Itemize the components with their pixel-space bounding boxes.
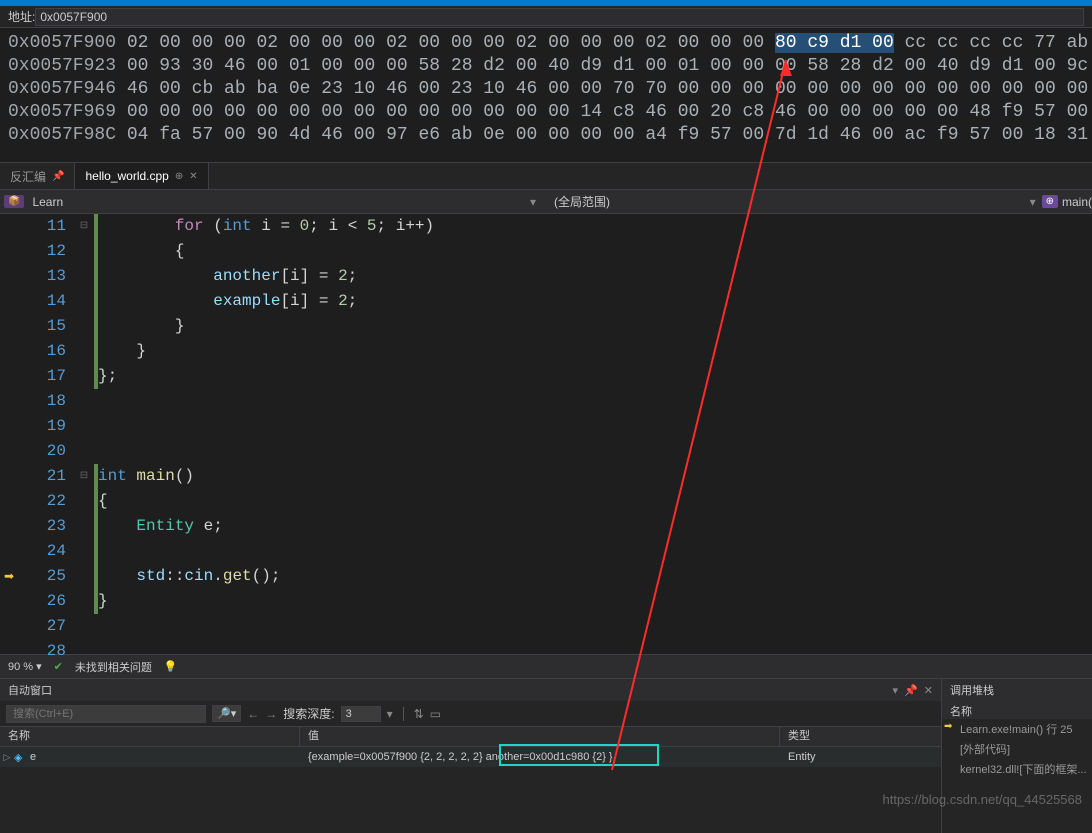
tab-disassembly[interactable]: 反汇编 📌 xyxy=(0,163,75,189)
close-icon[interactable]: ✕ xyxy=(189,171,197,182)
chevron-down-icon[interactable]: ▾ xyxy=(1024,195,1042,209)
line-numbers: 111213141516171819202122232425262728 xyxy=(24,214,74,654)
memory-view[interactable]: 0x0057F900 02 00 00 00 02 00 00 00 02 00… xyxy=(0,28,1092,162)
pin-icon[interactable]: 📌 xyxy=(904,684,918,697)
scope-bar: 📦 Learn ▾ (全局范围) ▾ ⊕ main( xyxy=(0,190,1092,214)
address-label: 地址: xyxy=(8,8,35,25)
tool-icon[interactable]: ▭ xyxy=(430,707,441,721)
address-input[interactable] xyxy=(35,8,1084,26)
var-name: e xyxy=(30,751,300,763)
panel-title: 调用堆栈 xyxy=(950,682,1084,698)
fold-column[interactable]: ⊟⊟ xyxy=(74,214,94,654)
function-selector[interactable]: main( xyxy=(1062,195,1092,209)
callstack-panel: 调用堆栈 名称 ➡Learn.exe!main() 行 25[外部代码]kern… xyxy=(942,679,1092,833)
code-content[interactable]: for (int i = 0; i < 5; i++) { another[i]… xyxy=(98,214,1092,654)
zoom-level[interactable]: 90 % ▾ xyxy=(8,660,42,673)
var-value: {example=0x0057f900 {2, 2, 2, 2, 2} anot… xyxy=(300,751,780,763)
col-name[interactable]: 名称 xyxy=(0,727,300,746)
depth-input[interactable] xyxy=(341,706,381,722)
var-type: Entity xyxy=(780,751,941,763)
panel-header: 自动窗口 ▾ 📌 ✕ xyxy=(0,679,941,701)
ok-icon: ✔ xyxy=(54,660,63,673)
callstack-body[interactable]: 名称 ➡Learn.exe!main() 行 25[外部代码]kernel32.… xyxy=(942,701,1092,833)
pin-icon[interactable]: 📌 xyxy=(52,171,64,182)
tool-icon[interactable]: ⇅ xyxy=(414,707,424,721)
scope-selector[interactable]: (全局范围) xyxy=(554,193,610,210)
tab-source-file[interactable]: hello_world.cpp ⊕ ✕ xyxy=(75,163,208,189)
depth-dropdown-icon[interactable]: ▾ xyxy=(387,707,393,721)
nav-prev-icon[interactable]: ← xyxy=(247,707,259,721)
memory-address-bar: 地址: xyxy=(0,6,1092,28)
watermark: https://blog.csdn.net/qq_44525568 xyxy=(883,792,1083,807)
search-input[interactable] xyxy=(6,705,206,723)
callstack-row[interactable]: kernel32.dll![下面的框架... xyxy=(942,759,1092,779)
code-editor[interactable]: ➡ 111213141516171819202122232425262728 ⊟… xyxy=(0,214,1092,654)
project-icon: 📦 xyxy=(4,195,24,208)
glyph-margin[interactable]: ➡ xyxy=(0,214,24,654)
col-type[interactable]: 类型 xyxy=(780,727,941,746)
current-frame-icon: ➡ xyxy=(944,721,952,732)
search-button[interactable]: 🔎▾ xyxy=(212,705,241,722)
grid-body: ▷◈e{example=0x0057f900 {2, 2, 2, 2, 2} a… xyxy=(0,747,941,767)
nav-next-icon[interactable]: → xyxy=(265,707,277,721)
editor-tabs: 反汇编 📌 hello_world.cpp ⊕ ✕ xyxy=(0,162,1092,190)
close-icon[interactable]: ✕ xyxy=(924,684,933,697)
depth-label: 搜索深度: xyxy=(283,705,334,722)
expand-icon[interactable]: ▷ xyxy=(0,752,14,763)
callstack-row[interactable]: [外部代码] xyxy=(942,739,1092,759)
bottom-panels: 自动窗口 ▾ 📌 ✕ 🔎▾ ← → 搜索深度: ▾ ⇅ ▭ 名称 值 类型 ▷◈… xyxy=(0,678,1092,833)
grid-header: 名称 值 类型 xyxy=(0,727,941,747)
lightbulb-icon[interactable]: 💡 xyxy=(164,660,178,673)
callstack-row[interactable]: ➡Learn.exe!main() 行 25 xyxy=(942,719,1092,739)
panel-header: 调用堆栈 xyxy=(942,679,1092,701)
col-value[interactable]: 值 xyxy=(300,727,780,746)
variable-icon: ◈ xyxy=(14,751,30,764)
panel-title: 自动窗口 xyxy=(8,682,893,698)
table-row[interactable]: ▷◈e{example=0x0057f900 {2, 2, 2, 2, 2} a… xyxy=(0,747,941,767)
project-selector[interactable]: Learn xyxy=(28,195,524,209)
dropdown-icon[interactable]: ▾ xyxy=(893,684,899,697)
chevron-down-icon[interactable]: ▾ xyxy=(524,195,542,209)
col-name[interactable]: 名称 xyxy=(942,701,1092,719)
search-toolbar: 🔎▾ ← → 搜索深度: ▾ ⇅ ▭ xyxy=(0,701,941,727)
autos-panel: 自动窗口 ▾ 📌 ✕ 🔎▾ ← → 搜索深度: ▾ ⇅ ▭ 名称 值 类型 ▷◈… xyxy=(0,679,942,833)
function-icon: ⊕ xyxy=(1042,195,1058,208)
pin-icon[interactable]: ⊕ xyxy=(175,171,183,182)
issues-status[interactable]: 未找到相关问题 xyxy=(75,659,152,675)
